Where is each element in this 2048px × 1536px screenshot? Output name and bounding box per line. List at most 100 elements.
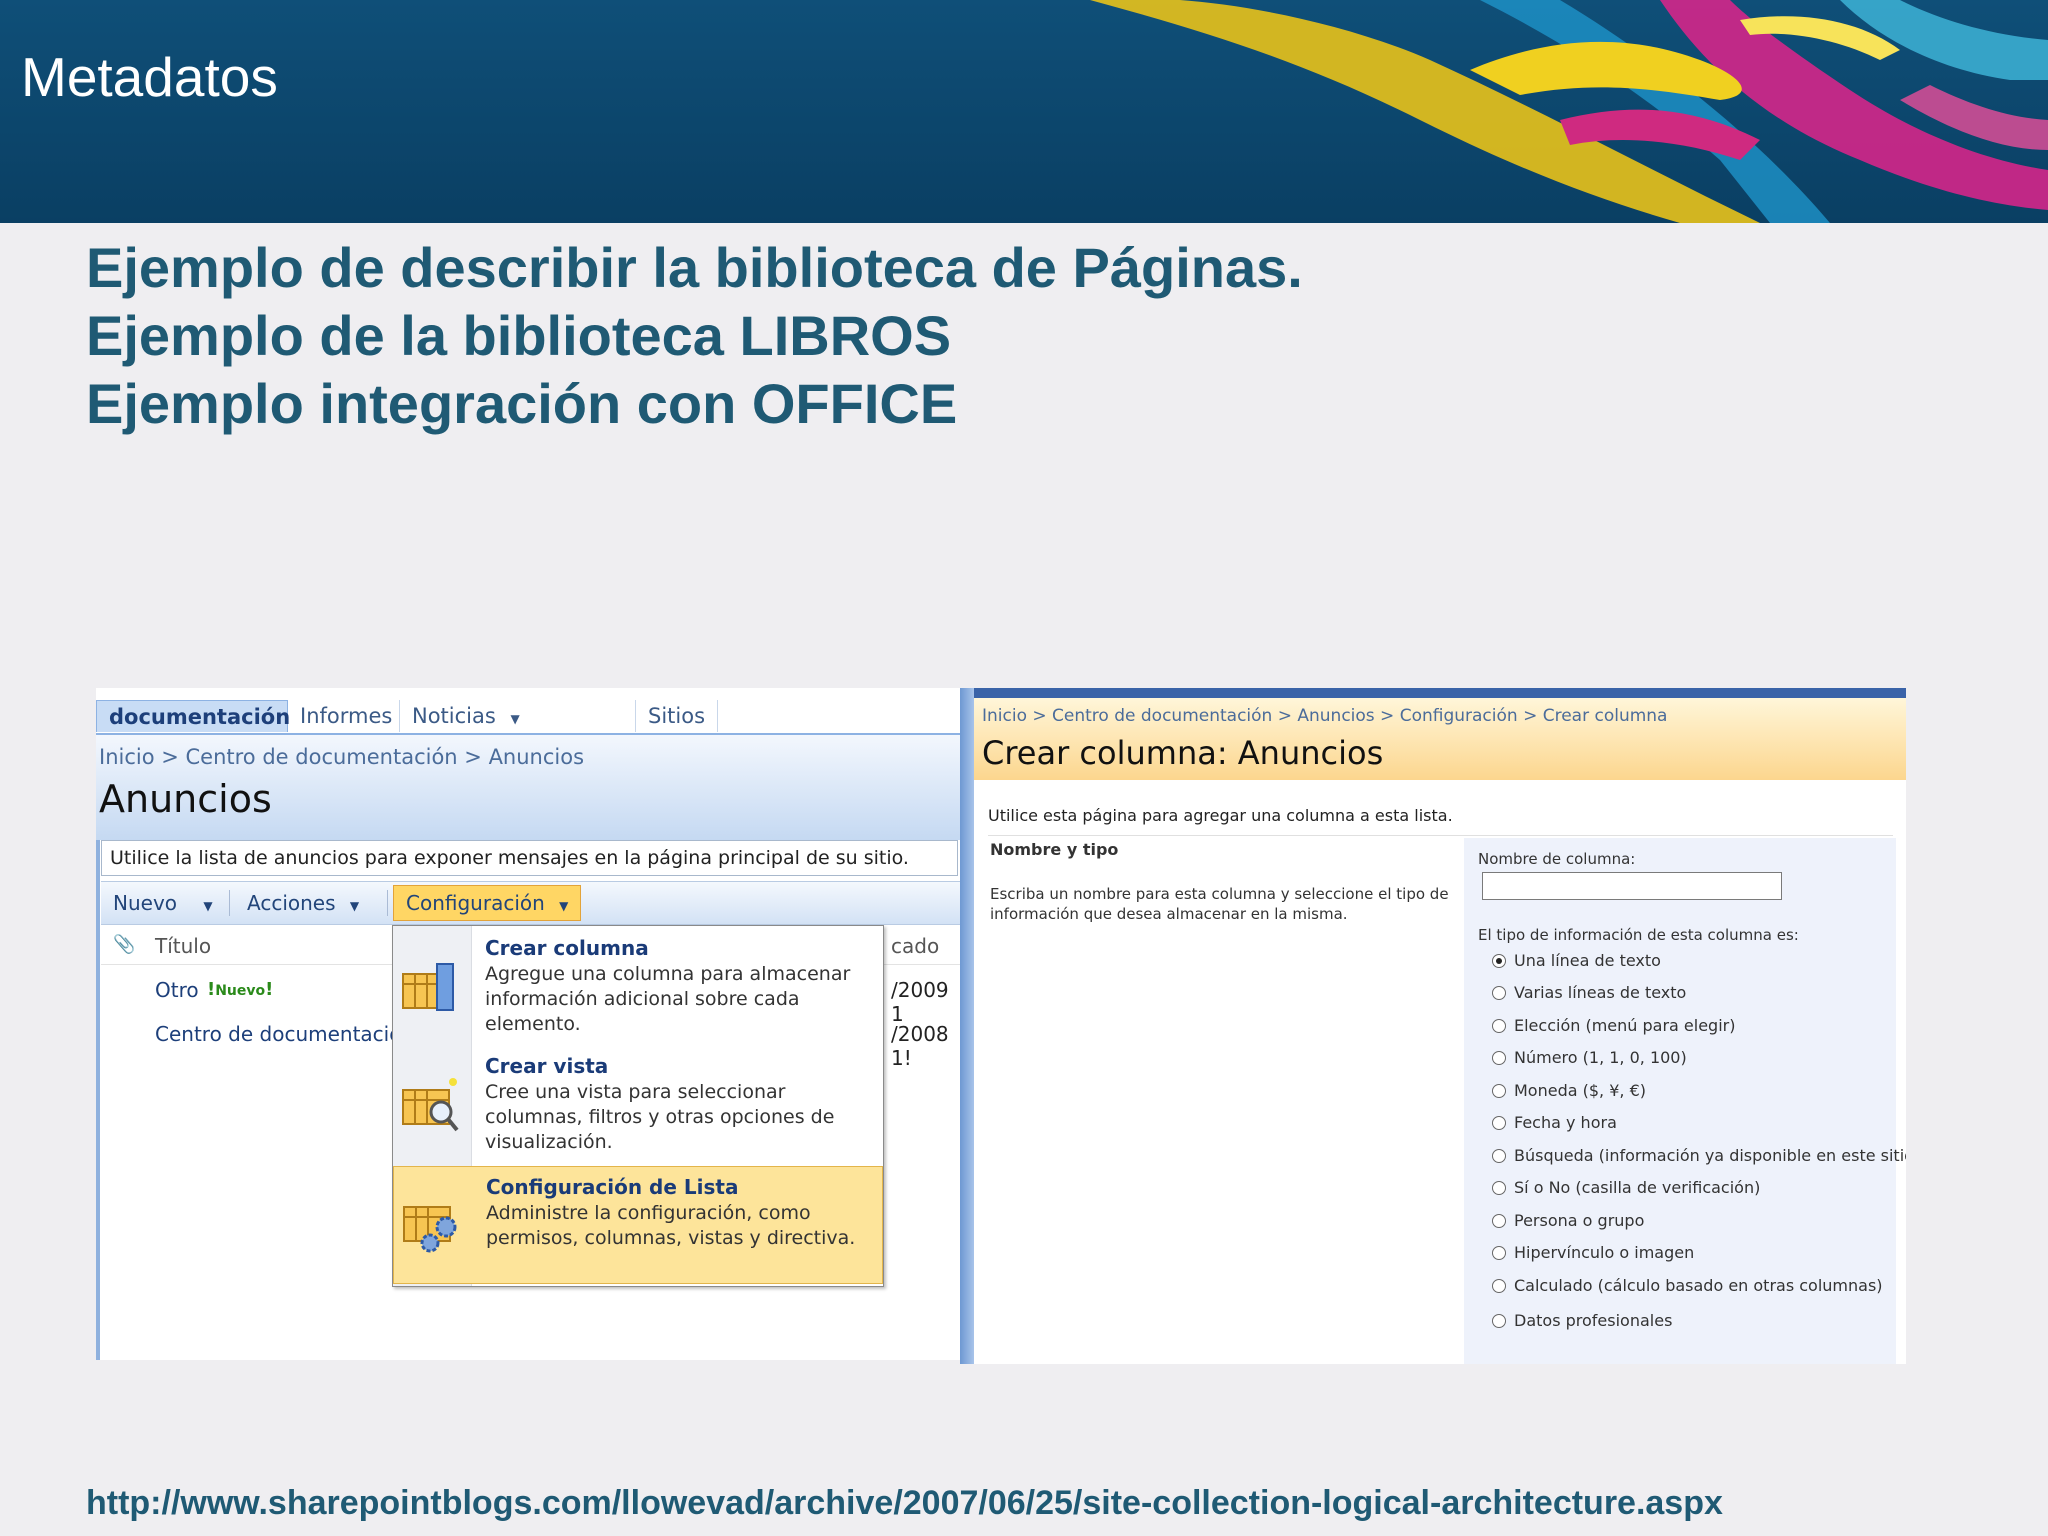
type-option-calculated[interactable]: Calculado (cálculo basado en otras colum… [1492,1275,1883,1297]
row-title-link[interactable]: Centro de documentación [155,1022,414,1046]
slide-heading: Ejemplo de describir la biblioteca de Pá… [86,234,1303,438]
type-option-business-data[interactable]: Datos profesionales [1492,1310,1672,1332]
type-option-label: Datos profesionales [1514,1311,1673,1330]
header-banner: Metadatos [0,0,2048,223]
radio-icon[interactable] [1492,986,1506,1000]
column-header-title[interactable]: Título [155,934,211,958]
type-option-label: Calculado (cálculo basado en otras colum… [1514,1276,1883,1295]
new-badge-icon: ! [265,979,274,1000]
slide-section-title: Metadatos [21,46,278,108]
settings-menu-label: Configuración [406,891,545,915]
menu-item-title: Crear vista [485,1054,609,1078]
column-name-label: Nombre de columna: [1478,850,1636,868]
type-option-label: Sí o No (casilla de verificación) [1514,1178,1761,1197]
breadcrumb[interactable]: Inicio > Centro de documentación > Anunc… [982,706,1667,726]
radio-icon[interactable] [1492,1279,1506,1293]
menu-item-description: Agregue una columna para almacenar infor… [485,963,851,1035]
new-menu-button[interactable]: Nuevo ▼ [113,886,213,920]
row-date: /2008 1! [891,1022,949,1070]
radio-selected-icon[interactable] [1492,954,1506,968]
radio-icon[interactable] [1492,1051,1506,1065]
actions-menu-button[interactable]: Acciones ▼ [247,886,359,920]
section-description: Escriba un nombre para esta columna y se… [990,885,1449,923]
type-option-label: Fecha y hora [1514,1113,1617,1132]
menu-item-description: Administre la configuración, como permis… [486,1202,856,1249]
radio-icon[interactable] [1492,1246,1506,1260]
type-option-label: Hipervínculo o imagen [1514,1243,1695,1262]
radio-icon[interactable] [1492,1214,1506,1228]
column-settings-panel: Nombre de columna: El tipo de informació… [1464,838,1906,1364]
type-option-currency[interactable]: Moneda ($, ¥, €) [1492,1080,1646,1102]
type-option-label: Una línea de texto [1514,951,1661,970]
tab-noticias-label: Noticias [412,704,496,728]
page-intro: Utilice esta página para agregar una col… [988,806,1453,825]
nav-tabs: documentación Informes Noticias ▼ Sitios [96,697,960,735]
type-option-multi-line[interactable]: Varias líneas de texto [1492,982,1686,1004]
toolbar-separator [387,890,388,916]
heading-line-3: Ejemplo integración con OFFICE [86,372,958,435]
radio-icon[interactable] [1492,1084,1506,1098]
menu-item-create-column[interactable]: Crear columna Agregue una columna para a… [393,928,883,1046]
type-option-hyperlink[interactable]: Hipervínculo o imagen [1492,1242,1694,1264]
menu-item-create-view[interactable]: Crear vista Cree una vista para seleccio… [393,1046,883,1164]
type-option-label: Búsqueda (información ya disponible en e… [1514,1146,1906,1165]
tab-noticias[interactable]: Noticias ▼ [400,700,636,732]
actions-menu-label: Acciones [247,891,336,915]
source-url[interactable]: http://www.sharepointblogs.com/llowevad/… [86,1484,1723,1523]
page-title: Anuncios [99,777,272,821]
radio-icon[interactable] [1492,1149,1506,1163]
new-badge: !Nuevo! [207,976,273,1000]
ribbon-decoration [1090,0,2048,223]
radio-icon[interactable] [1492,1116,1506,1130]
type-option-number[interactable]: Número (1, 1, 0, 100) [1492,1047,1687,1069]
type-option-label: Elección (menú para elegir) [1514,1016,1736,1035]
new-menu-label: Nuevo [113,891,178,915]
chevron-down-icon: ▼ [203,899,213,913]
tab-informes[interactable]: Informes [288,700,400,732]
type-option-yes-no[interactable]: Sí o No (casilla de verificación) [1492,1177,1760,1199]
column-name-field[interactable] [1482,872,1782,900]
left-sidebar-bar [960,688,974,1364]
list-description: Utilice la lista de anuncios para expone… [101,840,958,876]
create-column-screenshot: Inicio > Centro de documentación > Anunc… [960,688,1906,1364]
top-strip [974,688,1906,698]
type-option-label: Varias líneas de texto [1514,983,1687,1002]
menu-item-list-settings[interactable]: Configuración de Lista Administre la con… [393,1166,883,1284]
chevron-down-icon: ▼ [349,899,360,913]
create-view-icon [402,1078,459,1132]
radio-icon[interactable] [1492,1181,1506,1195]
chevron-down-icon: ▼ [559,899,569,913]
type-option-person[interactable]: Persona o grupo [1492,1210,1644,1232]
row-title-link[interactable]: Otro [155,978,199,1002]
tab-documentacion[interactable]: documentación [96,700,290,732]
type-option-single-line[interactable]: Una línea de texto [1492,950,1661,972]
type-option-choice[interactable]: Elección (menú para elegir) [1492,1015,1735,1037]
heading-line-2: Ejemplo de la biblioteca LIBROS [86,304,952,367]
menu-item-title: Configuración de Lista [486,1175,739,1199]
heading-line-1: Ejemplo de describir la biblioteca de Pá… [86,236,1303,299]
tab-sitios[interactable]: Sitios [636,700,718,732]
title-area: Inicio > Centro de documentación > Anunc… [974,698,1906,780]
type-option-label: Persona o grupo [1514,1211,1645,1230]
radio-icon[interactable] [1492,1314,1506,1328]
chevron-down-icon: ▼ [510,712,520,726]
settings-dropdown-menu: Crear columna Agregue una columna para a… [392,925,884,1287]
list-toolbar: Nuevo ▼ Acciones ▼ Configuración ▼ [101,881,960,925]
new-badge-icon: ! [207,979,216,1000]
menu-item-title: Crear columna [485,936,649,960]
section-title: Nombre y tipo [990,840,1119,859]
type-option-label: Número (1, 1, 0, 100) [1514,1048,1687,1067]
radio-icon[interactable] [1492,1019,1506,1033]
settings-menu-button[interactable]: Configuración ▼ [393,885,582,921]
toolbar-separator [229,890,230,916]
type-option-datetime[interactable]: Fecha y hora [1492,1112,1617,1134]
column-type-label: El tipo de información de esta columna e… [1478,926,1799,944]
page-title: Crear columna: Anuncios [982,734,1384,772]
breadcrumb[interactable]: Inicio > Centro de documentación > Anunc… [99,745,584,769]
menu-item-description: Cree una vista para seleccionar columnas… [485,1081,835,1153]
divider [988,835,1893,836]
attachment-icon: 📎 [113,934,136,955]
column-header-modified[interactable]: cado [891,934,939,958]
title-area: Inicio > Centro de documentación > Anunc… [96,735,960,840]
type-option-lookup[interactable]: Búsqueda (información ya disponible en e… [1492,1145,1906,1167]
